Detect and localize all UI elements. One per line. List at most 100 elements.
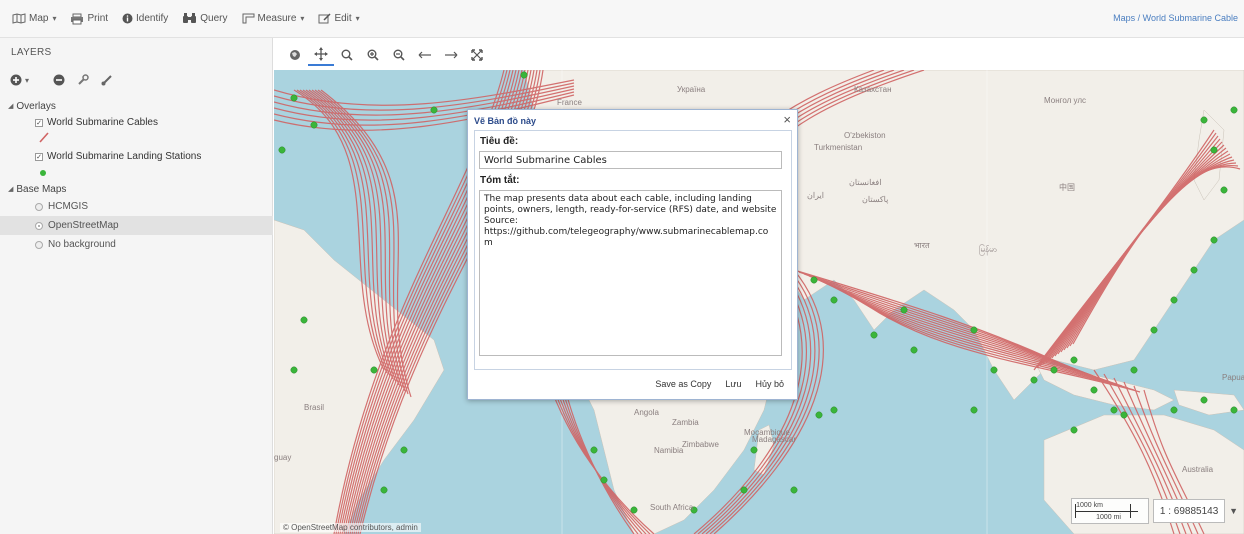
landing-station-marker[interactable] [1210, 146, 1218, 154]
landing-station-marker[interactable] [1210, 236, 1218, 244]
edit-menu[interactable]: Edit ▾ [318, 13, 360, 24]
scale-line [1075, 511, 1139, 512]
landing-station-marker[interactable] [1220, 186, 1228, 194]
add-layer-button[interactable]: ▾ [10, 74, 41, 86]
landing-station-marker[interactable] [910, 346, 918, 354]
expand-icon [471, 49, 483, 61]
overlays-group[interactable]: ◢ Overlays [0, 98, 273, 114]
landing-station-marker[interactable] [310, 121, 318, 129]
layer-item-cables[interactable]: ✓ World Submarine Cables [0, 114, 273, 131]
basemap-no-background[interactable]: No background [0, 235, 273, 254]
save-map-dialog: Vẽ Bản đồ này × Tiêu đề: Tóm tắt: The ma… [467, 109, 798, 400]
basemap-hcmgis[interactable]: HCMGIS [0, 197, 273, 216]
landing-station-marker[interactable] [1070, 356, 1078, 364]
layer-checkbox[interactable]: ✓ [35, 118, 43, 127]
landing-station-marker[interactable] [900, 306, 908, 314]
landing-station-marker[interactable] [970, 326, 978, 334]
breadcrumb[interactable]: Maps / World Submarine Cable [1113, 13, 1238, 23]
landing-station-marker[interactable] [790, 486, 798, 494]
layer-label: World Submarine Landing Stations [47, 151, 202, 162]
query-button[interactable]: Query [182, 13, 228, 24]
landing-station-marker[interactable] [600, 476, 608, 484]
map-menu[interactable]: Map ▾ [12, 13, 56, 24]
landing-station-marker[interactable] [1230, 106, 1238, 114]
landing-station-marker[interactable] [870, 331, 878, 339]
landing-station-marker[interactable] [1170, 296, 1178, 304]
landing-station-marker[interactable] [1170, 406, 1178, 414]
map-place-label: Papua [1222, 373, 1244, 382]
basemap-openstreetmap[interactable]: OpenStreetMap [0, 216, 273, 235]
landing-station-marker[interactable] [830, 296, 838, 304]
zoom-out-button[interactable] [386, 44, 412, 66]
print-button[interactable]: Print [70, 13, 108, 25]
map-place-label: Turkmenistan [814, 143, 862, 152]
landing-station-marker[interactable] [380, 486, 388, 494]
close-icon[interactable]: × [783, 112, 791, 127]
landing-station-marker[interactable] [1150, 326, 1158, 334]
fullscreen-button[interactable] [464, 44, 490, 66]
layer-checkbox[interactable]: ✓ [35, 152, 43, 161]
map-place-label: Angola [634, 408, 659, 417]
zoom-box-button[interactable] [334, 44, 360, 66]
identify-button[interactable]: Identify [122, 13, 168, 24]
landing-station-marker[interactable] [430, 106, 438, 114]
layer-item-landing-stations[interactable]: ✓ World Submarine Landing Stations [0, 148, 273, 165]
style-layer-button[interactable] [101, 74, 113, 86]
print-label: Print [87, 13, 109, 24]
landing-station-marker[interactable] [1070, 426, 1078, 434]
next-extent-button[interactable] [438, 44, 464, 66]
zoom-full-button[interactable] [282, 44, 308, 66]
landing-station-marker[interactable] [1030, 376, 1038, 384]
caret-down-icon[interactable]: ▼ [1229, 506, 1238, 516]
landing-station-marker[interactable] [1120, 411, 1128, 419]
landing-station-marker[interactable] [278, 146, 286, 154]
landing-station-marker[interactable] [1130, 366, 1138, 374]
landing-station-marker[interactable] [810, 276, 818, 284]
landing-station-marker[interactable] [290, 366, 298, 374]
landing-station-marker[interactable] [1200, 396, 1208, 404]
landing-station-marker[interactable] [750, 446, 758, 454]
layer-settings-button[interactable] [77, 74, 89, 86]
landing-station-marker[interactable] [520, 71, 528, 79]
landing-station-marker[interactable] [370, 366, 378, 374]
landing-station-marker[interactable] [815, 411, 823, 419]
pan-button[interactable] [308, 44, 334, 66]
map-place-label: Australia [1182, 465, 1214, 474]
landing-station-marker[interactable] [400, 446, 408, 454]
cancel-button[interactable]: Hủy bỏ [755, 379, 784, 389]
remove-layer-button[interactable] [53, 74, 65, 86]
radio-button[interactable] [35, 240, 43, 249]
landing-station-marker[interactable] [970, 406, 978, 414]
scale-value-select[interactable]: 1 : 69885143 [1153, 499, 1226, 523]
landing-station-marker[interactable] [990, 366, 998, 374]
printer-icon [71, 13, 84, 24]
landing-station-marker[interactable] [1090, 386, 1098, 394]
summary-textarea[interactable]: The map presents data about each cable, … [479, 190, 782, 356]
save-as-copy-button[interactable]: Save as Copy [655, 379, 711, 389]
landing-station-marker[interactable] [740, 486, 748, 494]
landing-station-marker[interactable] [830, 406, 838, 414]
landing-station-marker[interactable] [1230, 406, 1238, 414]
title-input[interactable] [479, 151, 782, 169]
caret-down-icon: ▾ [25, 75, 30, 85]
landing-station-marker[interactable] [590, 446, 598, 454]
zoom-in-button[interactable] [360, 44, 386, 66]
previous-extent-button[interactable] [412, 44, 438, 66]
landing-station-marker[interactable] [290, 94, 298, 102]
layers-panel: LAYERS ▾ ◢ Overlays ✓ World Submarine Ca… [0, 38, 273, 534]
landing-station-marker[interactable] [630, 506, 638, 514]
basemaps-group[interactable]: ◢ Base Maps [0, 181, 273, 197]
landing-station-marker[interactable] [300, 316, 308, 324]
measure-menu[interactable]: Measure ▾ [242, 13, 304, 24]
landing-station-marker[interactable] [1110, 406, 1118, 414]
landing-station-marker[interactable] [1190, 266, 1198, 274]
info-icon [122, 13, 133, 24]
landing-station-marker[interactable] [1200, 116, 1208, 124]
radio-button[interactable] [35, 202, 43, 211]
dialog-footer: Save as Copy Lưu Hủy bỏ [474, 372, 792, 396]
scale-mi-label: 1000 mi [1096, 514, 1121, 521]
radio-button[interactable] [35, 221, 43, 230]
landing-station-marker[interactable] [1050, 366, 1058, 374]
save-button[interactable]: Lưu [725, 379, 741, 389]
layer-label: World Submarine Cables [47, 117, 158, 128]
